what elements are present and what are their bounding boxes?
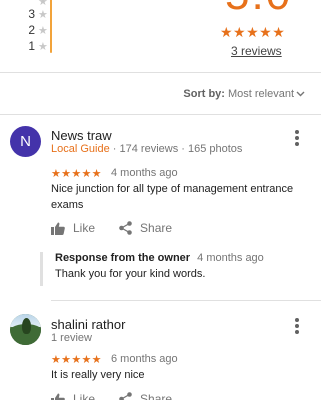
review-time: 6 months ago <box>111 353 178 365</box>
more-options-icon[interactable] <box>295 318 299 334</box>
review-text: It is really very nice <box>51 369 145 381</box>
histogram-row-3: 3 ★ <box>26 7 48 21</box>
share-button[interactable]: Share <box>119 392 172 400</box>
sort-dropdown[interactable]: Sort by: Most relevant <box>183 88 305 100</box>
reviewer-name[interactable]: News traw <box>51 128 112 143</box>
owner-response-time: 4 months ago <box>197 252 264 264</box>
summary-stars: ★★★★★ <box>220 24 286 40</box>
histogram-label: 3 <box>28 7 35 21</box>
sort-value: Most relevant <box>227 88 294 100</box>
histogram-label: 1 <box>28 39 35 53</box>
share-icon <box>119 392 132 400</box>
histogram-label: 2 <box>28 23 35 37</box>
review-stars: ★★★★★ <box>51 168 102 180</box>
owner-response-title: Response from the owner <box>55 252 191 264</box>
divider <box>0 72 321 73</box>
share-icon <box>119 221 132 235</box>
review-time: 4 months ago <box>111 167 178 179</box>
chevron-down-icon <box>296 91 305 97</box>
reviewer-stats: · 174 reviews · 165 photos <box>112 143 243 155</box>
review-actions: Like Share <box>51 221 196 235</box>
review-text: Nice junction for all type of management… <box>51 183 294 211</box>
reviewer-stats: 1 review <box>51 332 92 344</box>
like-button[interactable]: Like <box>51 392 95 400</box>
share-button[interactable]: Share <box>119 221 172 235</box>
average-rating: 5.0 <box>225 0 292 20</box>
like-label: Like <box>73 392 96 400</box>
divider <box>0 114 321 115</box>
like-label: Like <box>73 221 96 235</box>
divider <box>51 300 321 301</box>
histogram-bar <box>50 0 52 53</box>
like-button[interactable]: Like <box>51 221 95 235</box>
reviewer-meta: Local Guide · 174 reviews · 165 photos <box>51 143 242 155</box>
owner-response-heading: Response from the owner 4 months ago <box>55 252 264 264</box>
thumbs-up-icon <box>51 393 65 400</box>
star-icon: ★ <box>38 8 48 21</box>
sort-label: Sort by: <box>183 88 225 100</box>
star-icon: ★ <box>38 24 48 37</box>
thumbs-up-icon <box>51 222 65 235</box>
reviewer-name[interactable]: shalini rathor <box>51 317 125 332</box>
reviews-count-link[interactable]: 3 reviews <box>231 44 282 58</box>
owner-response-text: Thank you for your kind words. <box>55 268 206 280</box>
rating-summary: 5.0 ★★★★★ 3 reviews <box>200 0 310 60</box>
local-guide-badge: Local Guide <box>51 143 110 155</box>
avatar[interactable] <box>10 314 41 345</box>
more-options-icon[interactable] <box>295 130 299 146</box>
share-label: Share <box>140 221 173 235</box>
owner-response: Response from the owner 4 months ago Tha… <box>40 252 300 286</box>
histogram-row-1: 1 ★ <box>26 39 48 53</box>
rating-histogram: ★ 3 ★ 2 ★ 1 ★ <box>0 0 60 60</box>
review-stars: ★★★★★ <box>51 354 102 366</box>
star-icon: ★ <box>38 40 48 53</box>
share-label: Share <box>140 392 173 400</box>
avatar[interactable]: N <box>10 126 41 157</box>
histogram-row-2: 2 ★ <box>26 23 48 37</box>
review-actions: Like Share <box>51 392 196 400</box>
